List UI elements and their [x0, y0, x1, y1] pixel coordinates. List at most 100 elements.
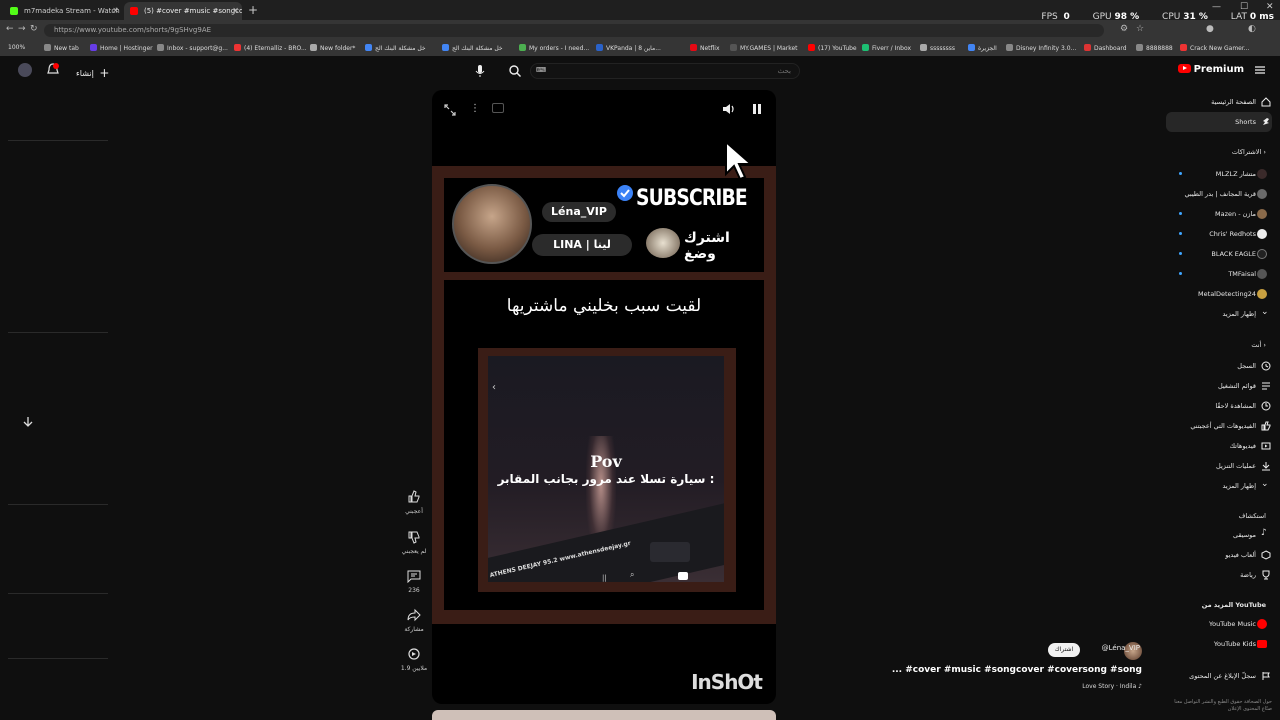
sidebar-item-shorts[interactable]: Shorts: [1166, 112, 1272, 132]
sidebar-item-subscription[interactable]: قرية المجانف | بدر الطيبي: [1166, 184, 1280, 204]
menu-icon[interactable]: [1254, 64, 1266, 76]
sidebar-item-subscription[interactable]: MetalDetecting24: [1166, 284, 1280, 304]
sidebar-item-liked[interactable]: الفيديوهات التي أعجبتني: [1166, 416, 1280, 436]
like-button[interactable]: أعجبني: [400, 490, 428, 515]
bookmark-item[interactable]: Crack New Gamer...: [1180, 44, 1250, 52]
bookmark-item[interactable]: Fiverr / Inbox: [862, 44, 911, 52]
bookmark-item[interactable]: New tab: [44, 44, 79, 52]
maximize-icon[interactable]: ☐: [1240, 2, 1248, 12]
bookmark-item[interactable]: (4) Eternalliz - BRO...: [234, 44, 307, 52]
playlist-icon: [1261, 381, 1271, 391]
share-button[interactable]: مشاركة: [400, 608, 428, 633]
pov-caption: سيارة تسلا عند مرور بجانب المقابر :: [497, 472, 715, 486]
search-icon[interactable]: [508, 64, 522, 78]
browser-tab-active[interactable]: (5) #cover #music #songcover ✕: [124, 2, 242, 20]
like-icon: [407, 490, 421, 504]
back-icon[interactable]: ←: [6, 24, 14, 34]
sidebar-item-subscription[interactable]: TMFaisal: [1166, 264, 1280, 284]
sidebar-item-subscription[interactable]: BLACK EAGLE: [1166, 244, 1280, 264]
sidebar-show-more[interactable]: إظهار المزيد ⌄: [1166, 304, 1280, 324]
sidebar-item-label: Shorts: [1235, 118, 1256, 126]
reload-icon[interactable]: ↻: [30, 24, 38, 34]
avatar: [1257, 169, 1267, 179]
sidebar-item-subscription[interactable]: Mazen - مازن: [1166, 204, 1280, 224]
sidebar-show-more[interactable]: إظهار المزيد ⌄: [1166, 476, 1280, 496]
new-tab-button[interactable]: +: [248, 3, 258, 17]
sidebar-item-your-videos[interactable]: فيديوهاتك: [1166, 436, 1280, 456]
shorts-player[interactable]: ⋮ Léna_VIP LINA | لينا SUBSCRIBE اشترك و…: [432, 90, 776, 704]
bookmark-item[interactable]: Netflix: [690, 44, 720, 52]
bookmark-item[interactable]: My orders - I need...: [519, 44, 589, 52]
sidebar-item-history[interactable]: السجل: [1166, 356, 1280, 376]
subscriptions-header[interactable]: الاشتراكات ›: [1232, 148, 1266, 156]
bookmark-item[interactable]: VKPanda | 8 ماين...: [596, 44, 661, 52]
pause-icon[interactable]: [752, 103, 762, 115]
scroll-down-icon[interactable]: [22, 416, 34, 428]
bookmark-item[interactable]: Dashboard: [1084, 44, 1127, 52]
remix-button[interactable]: 1.9 ملايين: [400, 647, 428, 672]
video-title[interactable]: ... #cover #music #songcover #coversong …: [892, 665, 1142, 675]
sidebar-item-music[interactable]: موسيقى ♪: [1166, 525, 1280, 545]
browser-tab[interactable]: m7madeka Stream - Watch Live o ✕: [4, 2, 122, 20]
song-chip[interactable]: Love Story · Indila ♪: [1082, 683, 1142, 690]
dislike-button[interactable]: لم يعجبني: [400, 530, 428, 555]
keyboard-icon[interactable]: ⌨: [536, 66, 546, 74]
share-label: مشاركة: [404, 626, 424, 633]
close-tab-icon[interactable]: ✕: [232, 2, 239, 20]
minimize-icon[interactable]: —: [1212, 2, 1221, 12]
bookmark-item[interactable]: الجزيرة: [968, 44, 997, 52]
youtube-logo-icon: [1177, 64, 1191, 73]
search-input[interactable]: [530, 63, 800, 79]
microphone-icon[interactable]: [474, 64, 486, 78]
divider: [8, 140, 108, 141]
bookmark-item[interactable]: Home | Hostinger: [90, 44, 153, 52]
sidebar-item-home[interactable]: الصفحة الرئيسية: [1166, 92, 1280, 112]
bookmark-item[interactable]: (17) YouTube: [808, 44, 857, 52]
close-tab-icon[interactable]: ✕: [112, 2, 119, 20]
bookmark-item[interactable]: New folder*: [310, 44, 355, 52]
pause-small-icon: ||: [602, 574, 607, 582]
forward-icon[interactable]: →: [18, 24, 26, 34]
subscribe-button[interactable]: اشتراك: [1048, 643, 1080, 657]
banner-name: Léna_VIP: [542, 202, 616, 222]
you-header[interactable]: أنت ›: [1251, 341, 1266, 349]
sidebar-item-watch-later[interactable]: المشاهدة لاحقًا: [1166, 396, 1280, 416]
profile-avatar[interactable]: ●: [1206, 24, 1214, 34]
bookmark-item[interactable]: MY.GAMES | Market: [730, 44, 798, 52]
bookmark-item[interactable]: خل مشكلة البنك الج: [442, 44, 503, 52]
sidebar-item-youtube-kids[interactable]: YouTube Kids: [1166, 634, 1280, 654]
sidebar-item-playlists[interactable]: قوائم التشغيل: [1166, 376, 1280, 396]
volume-icon[interactable]: [722, 103, 736, 115]
sidebar-item-sports[interactable]: رياضة: [1166, 565, 1280, 585]
captions-icon[interactable]: [492, 103, 504, 113]
extensions-icon[interactable]: ⚙: [1120, 24, 1128, 34]
bookmark-item[interactable]: Disney Infinity 3.0...: [1006, 44, 1076, 52]
more-from-youtube-header: المزيد من YouTube: [1201, 601, 1266, 609]
chat-icon[interactable]: ◐: [1248, 24, 1256, 34]
history-icon: [1261, 361, 1271, 371]
bookmark-item[interactable]: ssssssss: [920, 44, 955, 52]
close-window-icon[interactable]: ✕: [1266, 2, 1274, 12]
sidebar-item-report-history[interactable]: سجلّ الإبلاغ عن المحتوى: [1166, 666, 1280, 686]
comments-button[interactable]: 236: [400, 569, 428, 594]
sidebar-item-subscription[interactable]: Chris' Redhots: [1166, 224, 1280, 244]
sidebar-item-subscription[interactable]: MLZLZ متشار: [1166, 164, 1280, 184]
bookmark-item[interactable]: 8888888: [1136, 44, 1173, 52]
avatar[interactable]: [18, 63, 32, 77]
gift-box-icon: [646, 228, 680, 258]
clock-icon: [1261, 401, 1271, 411]
notifications-bell-icon[interactable]: [46, 63, 60, 77]
sidebar-item-gaming[interactable]: ألعاب فيديو: [1166, 545, 1280, 565]
create-button[interactable]: إنشاء +: [76, 66, 109, 80]
more-options-icon[interactable]: ⋮: [470, 103, 480, 114]
youtube-premium-logo[interactable]: Premium: [1177, 64, 1244, 75]
next-short-preview[interactable]: [432, 710, 776, 720]
url-field[interactable]: https://www.youtube.com/shorts/9gSHvg9AE: [44, 24, 1104, 37]
bookmark-star-icon[interactable]: ☆: [1136, 24, 1144, 34]
fullscreen-icon[interactable]: [444, 104, 456, 116]
channel-name[interactable]: @Léna_VIP: [1102, 644, 1140, 652]
sidebar-item-youtube-music[interactable]: YouTube Music: [1166, 614, 1280, 634]
bookmark-item[interactable]: خل مشكلة البنك الج: [365, 44, 426, 52]
sidebar-item-downloads[interactable]: عمليات التنزيل: [1166, 456, 1280, 476]
bookmark-item[interactable]: Inbox - support@g...: [157, 44, 228, 52]
